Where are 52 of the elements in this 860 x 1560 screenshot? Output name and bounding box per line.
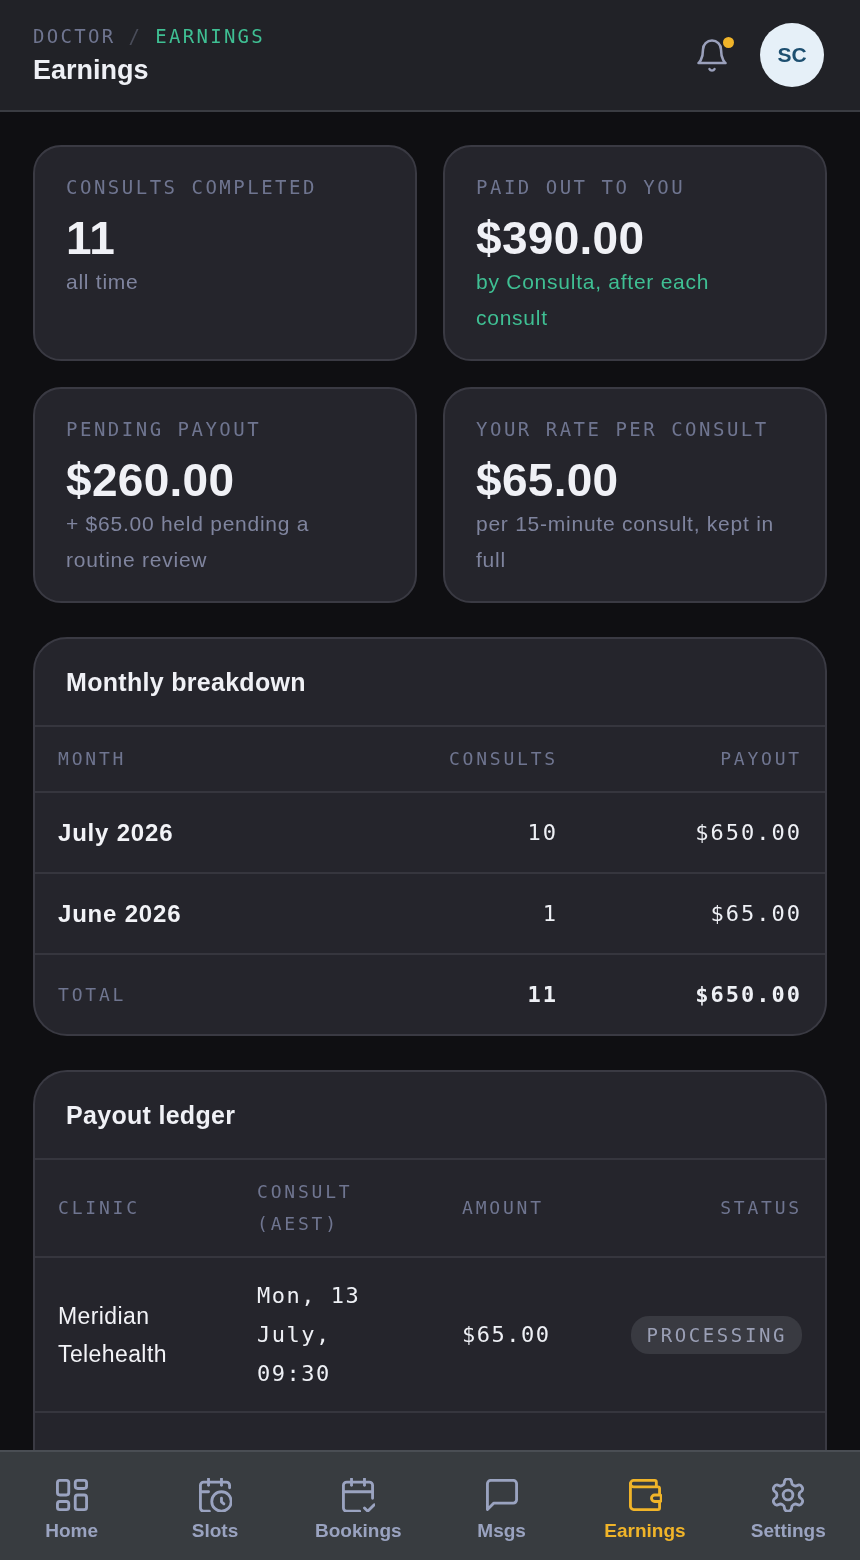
column-header: MONTH	[58, 747, 128, 771]
wallet-icon	[627, 1478, 662, 1512]
breadcrumb-separator: /	[128, 23, 143, 48]
column-header: CONSULT (AEST)	[257, 1180, 354, 1236]
calendar-clock-icon	[198, 1478, 232, 1512]
stat-note: all time	[66, 269, 139, 295]
table-cell-text: $65.00	[462, 1321, 552, 1349]
stat-label: YOUR RATE PER CONSULT	[476, 417, 769, 442]
breadcrumb-item: EARNINGS	[155, 23, 266, 48]
table-cell-text: July 2026	[58, 818, 175, 847]
stat-note: by Consulta, after each consult	[476, 269, 711, 331]
status-badge: PROCESSING	[630, 1315, 802, 1354]
total-label: TOTAL	[58, 982, 128, 1007]
table-cell-text: Meridian Telehealth	[58, 1301, 168, 1369]
table-cell-text: $65.00	[709, 901, 802, 926]
nav-tab[interactable]: Earnings	[573, 1452, 717, 1560]
card-title: Monthly breakdown	[66, 667, 306, 697]
stat-label: PAID OUT TO YOU	[476, 175, 686, 200]
table-cell-text: 1	[541, 901, 558, 926]
stat-note: per 15-minute consult, kept in full	[476, 511, 775, 573]
settings-icon	[771, 1478, 806, 1512]
nav-tab[interactable]: Settings	[716, 1452, 860, 1560]
calendar-check-icon	[341, 1478, 376, 1512]
nav-tab[interactable]: Slots	[143, 1452, 287, 1560]
column-header: STATUS	[720, 1196, 802, 1220]
stat-value: $390.00	[476, 212, 645, 264]
table-cell-text: $650.00	[694, 820, 802, 845]
page-title: Earnings	[33, 53, 150, 87]
stat-note: + $65.00 held pending a routine review	[66, 511, 311, 573]
stat-value: $65.00	[476, 454, 619, 506]
breadcrumb-item[interactable]: DOCTOR	[33, 23, 116, 48]
bell-icon[interactable]	[697, 38, 727, 72]
table-cell-text: $650.00	[694, 982, 802, 1007]
column-header: PAYOUT	[719, 747, 802, 771]
column-header: CONSULTS	[447, 747, 558, 771]
avatar-button[interactable]: SC	[760, 23, 824, 87]
column-header: AMOUNT	[462, 1196, 545, 1220]
nav-tab[interactable]: Msgs	[430, 1452, 574, 1560]
stat-label: PENDING PAYOUT	[66, 417, 262, 442]
column-header: CLINIC	[58, 1196, 141, 1220]
dashboard-grid-icon	[54, 1478, 89, 1512]
stat-value: $260.00	[66, 454, 235, 506]
table-cell-text: Mon, 13 July, 09:30	[257, 1282, 362, 1388]
table-cell-text: June 2026	[58, 899, 183, 928]
table-cell-text: 10	[526, 820, 558, 845]
stat-value: 11	[66, 212, 116, 264]
nav-tab[interactable]: Home	[0, 1452, 144, 1560]
table-cell-text: 11	[526, 982, 558, 1007]
stat-label: CONSULTS COMPLETED	[66, 175, 317, 200]
nav-tab[interactable]: Bookings	[286, 1452, 430, 1560]
card-title: Payout ledger	[66, 1100, 236, 1130]
chat-bubble-icon	[484, 1478, 519, 1512]
